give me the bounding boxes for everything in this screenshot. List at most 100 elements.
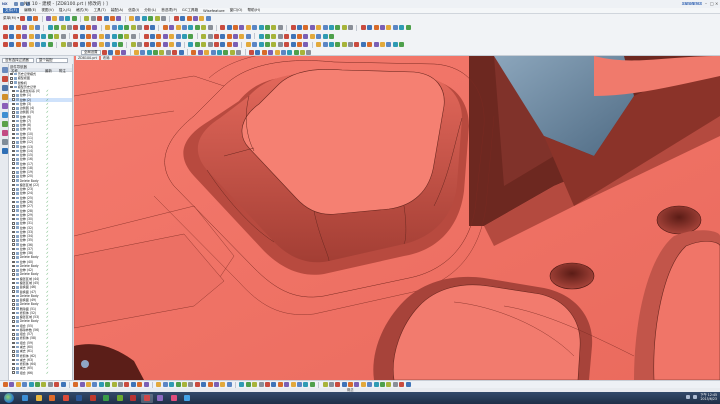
- selection-tool-icon[interactable]: [146, 49, 152, 55]
- visibility-checkbox[interactable]: [12, 358, 15, 362]
- surface-tool-icon[interactable]: [3, 42, 8, 47]
- feature-tool-icon[interactable]: [47, 25, 53, 30]
- chat-icon[interactable]: [181, 394, 193, 403]
- model-render[interactable]: [74, 56, 720, 380]
- visibility-checkbox[interactable]: [12, 226, 15, 229]
- synchronous-tool-icon[interactable]: [207, 33, 213, 39]
- menu-item-2[interactable]: 视图(V): [41, 8, 53, 13]
- visibility-checkbox[interactable]: [12, 251, 15, 255]
- standard-tool-icon[interactable]: [148, 16, 154, 21]
- visibility-checkbox[interactable]: [12, 196, 15, 200]
- visibility-checkbox[interactable]: [12, 354, 15, 357]
- standard-tool-icon[interactable]: [46, 16, 51, 21]
- snap-tool-icon[interactable]: [399, 382, 405, 387]
- visibility-checkbox[interactable]: [12, 337, 15, 340]
- snap-tool-icon[interactable]: [322, 382, 328, 387]
- visibility-checkbox[interactable]: [12, 367, 15, 370]
- surface-tool-icon[interactable]: [207, 42, 213, 47]
- visibility-checkbox[interactable]: [12, 256, 15, 259]
- visibility-checkbox[interactable]: [12, 124, 15, 127]
- clock[interactable]: 下午 12:45 2015/6/23: [700, 393, 717, 401]
- synchronous-tool-icon[interactable]: [245, 33, 251, 39]
- explorer-icon[interactable]: [33, 394, 45, 403]
- visibility-checkbox[interactable]: [12, 102, 15, 106]
- standard-tool-icon[interactable]: [205, 16, 211, 21]
- process-studio-icon[interactable]: [1, 130, 8, 136]
- snap-tool-icon[interactable]: [201, 382, 207, 387]
- visibility-checkbox[interactable]: [12, 260, 15, 264]
- synchronous-tool-icon[interactable]: [60, 33, 66, 39]
- synchronous-tool-icon[interactable]: [98, 33, 104, 39]
- snap-tool-icon[interactable]: [245, 382, 251, 387]
- synchronous-tool-icon[interactable]: [111, 33, 117, 39]
- feature-tool-icon[interactable]: [309, 25, 315, 30]
- snap-tool-icon[interactable]: [175, 382, 181, 387]
- synchronous-tool-icon[interactable]: [130, 33, 136, 39]
- surface-tool-icon[interactable]: [194, 42, 200, 47]
- surface-tool-icon[interactable]: [47, 42, 53, 47]
- visibility-checkbox[interactable]: [12, 333, 15, 336]
- selection-tool-icon[interactable]: [255, 49, 261, 55]
- feature-tool-icon[interactable]: [226, 25, 232, 30]
- synchronous-tool-icon[interactable]: [316, 33, 322, 39]
- visibility-checkbox[interactable]: [12, 162, 15, 165]
- visibility-checkbox[interactable]: [12, 298, 15, 302]
- snap-tool-icon[interactable]: [335, 382, 341, 387]
- save-icon[interactable]: [14, 2, 18, 6]
- selection-tool-icon[interactable]: [236, 49, 242, 55]
- visibility-checkbox[interactable]: [12, 158, 15, 161]
- visibility-checkbox[interactable]: [12, 106, 15, 110]
- visibility-checkbox[interactable]: [12, 243, 15, 247]
- standard-tool-icon[interactable]: [65, 16, 71, 21]
- menu-item-3[interactable]: 插入(S): [59, 8, 71, 13]
- synchronous-tool-icon[interactable]: [124, 33, 130, 39]
- synchronous-tool-icon[interactable]: [73, 33, 79, 39]
- visibility-checkbox[interactable]: [12, 324, 15, 328]
- selection-tool-icon[interactable]: [274, 49, 280, 55]
- menu-item-6[interactable]: 装配(A): [111, 8, 123, 13]
- visibility-checkbox[interactable]: [12, 222, 15, 225]
- feature-tool-icon[interactable]: [105, 25, 111, 30]
- selection-tool-icon[interactable]: [287, 49, 293, 55]
- visibility-checkbox[interactable]: [12, 119, 15, 123]
- surface-tool-icon[interactable]: [258, 42, 264, 47]
- green-app-icon[interactable]: [114, 394, 126, 403]
- surface-tool-icon[interactable]: [73, 42, 79, 47]
- selection-tool-icon[interactable]: [268, 49, 274, 55]
- synchronous-tool-icon[interactable]: [143, 33, 149, 39]
- feature-tool-icon[interactable]: [341, 25, 347, 30]
- snap-tool-icon[interactable]: [60, 382, 66, 387]
- feature-tool-icon[interactable]: [201, 25, 207, 30]
- visibility-checkbox[interactable]: [12, 239, 15, 242]
- snap-tool-icon[interactable]: [162, 382, 168, 387]
- surface-tool-icon[interactable]: [28, 42, 34, 47]
- feature-tool-icon[interactable]: [360, 25, 366, 30]
- start-button[interactable]: [4, 393, 14, 403]
- snap-tool-icon[interactable]: [156, 382, 162, 387]
- hd3d-tools-icon[interactable]: [1, 103, 8, 109]
- surface-tool-icon[interactable]: [149, 42, 155, 47]
- visibility-checkbox[interactable]: [12, 175, 15, 178]
- visibility-checkbox[interactable]: [12, 94, 15, 97]
- surface-tool-icon[interactable]: [137, 42, 143, 47]
- feature-tool-icon[interactable]: [367, 25, 373, 30]
- snap-tool-icon[interactable]: [41, 382, 47, 387]
- menu-item-1[interactable]: 编辑(E): [24, 8, 36, 13]
- visibility-checkbox[interactable]: [12, 281, 15, 285]
- synchronous-tool-icon[interactable]: [28, 33, 34, 39]
- column-name[interactable]: 名称: [9, 68, 43, 73]
- selection-tool-icon[interactable]: [210, 49, 216, 55]
- feature-tool-icon[interactable]: [79, 25, 85, 30]
- surface-tool-icon[interactable]: [341, 42, 347, 47]
- selection-tool-icon[interactable]: [153, 49, 159, 55]
- selection-tool-icon[interactable]: [172, 49, 178, 55]
- feature-tool-icon[interactable]: [86, 25, 92, 30]
- feature-tool-icon[interactable]: [335, 25, 341, 30]
- feature-tool-icon[interactable]: [252, 25, 258, 30]
- selection-tool-icon[interactable]: [114, 49, 120, 55]
- viewport-tab[interactable]: ZD8100.prt: [76, 56, 99, 60]
- bolt-hole-2[interactable]: [549, 262, 595, 290]
- snap-tool-icon[interactable]: [73, 382, 79, 387]
- standard-tool-icon[interactable]: [20, 16, 26, 21]
- surface-tool-icon[interactable]: [386, 42, 392, 47]
